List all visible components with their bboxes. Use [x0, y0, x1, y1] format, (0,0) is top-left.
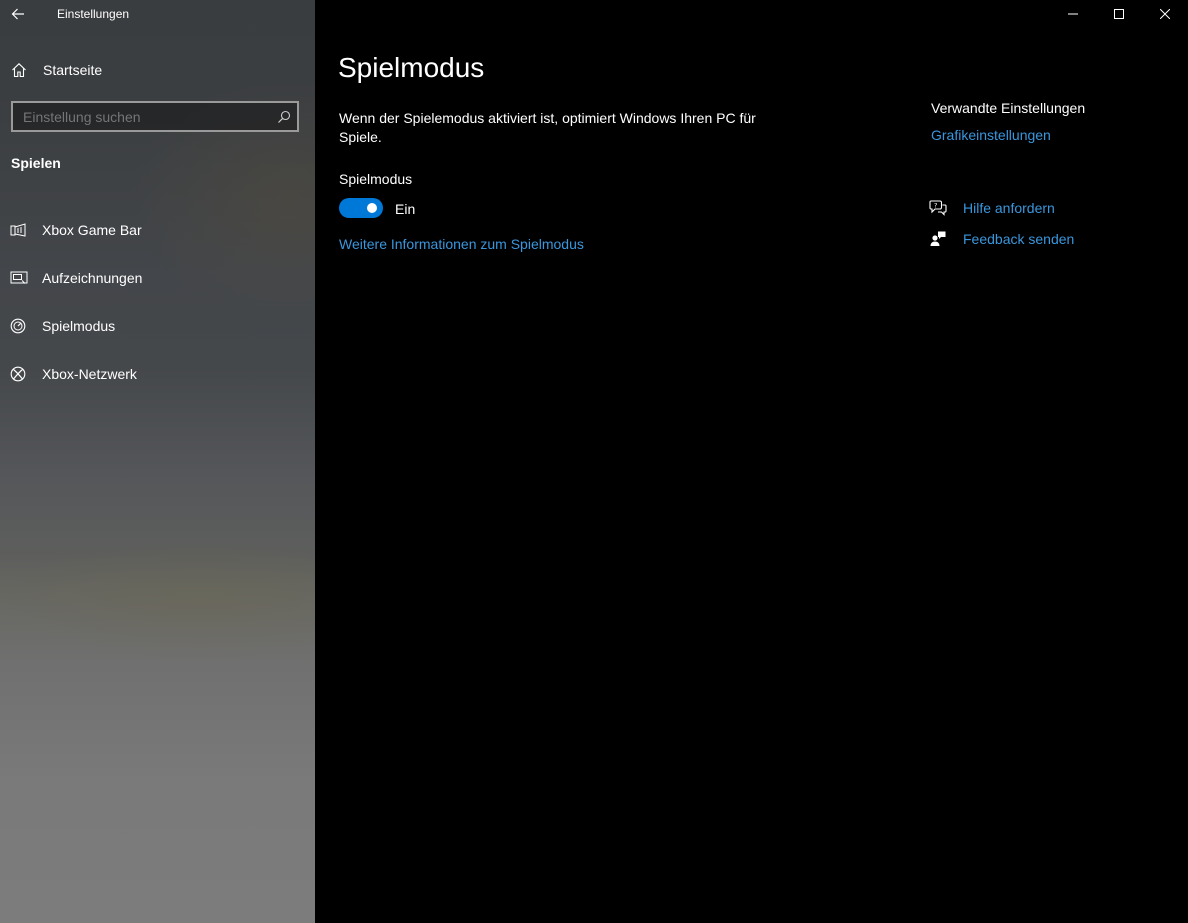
- settings-window: Einstellungen Startseite Spielen: [0, 0, 1188, 923]
- search-icon[interactable]: [271, 110, 297, 124]
- sidebar-item-label: Startseite: [43, 62, 103, 78]
- search-input[interactable]: [13, 108, 271, 125]
- close-icon: [1160, 9, 1170, 19]
- sidebar-item-captures[interactable]: Aufzeichnungen: [0, 254, 315, 302]
- xbox-icon: [10, 366, 28, 382]
- help-chat-icon: ?: [929, 199, 949, 216]
- sidebar-item-game-mode[interactable]: Spielmodus: [0, 302, 315, 350]
- sidebar-item-label: Xbox Game Bar: [42, 222, 142, 238]
- title-bar: Einstellungen: [0, 0, 315, 28]
- sidebar-item-label: Spielmodus: [42, 318, 116, 334]
- related-settings-title: Verwandte Einstellungen: [931, 100, 1086, 116]
- get-help-label: Hilfe anfordern: [963, 199, 1055, 216]
- sidebar-item-label: Aufzeichnungen: [42, 270, 143, 286]
- sidebar-item-xbox-network[interactable]: Xbox-Netzwerk: [0, 350, 315, 398]
- toggle-knob: [367, 203, 377, 213]
- main-content: Spielmodus Wenn der Spielemodus aktivier…: [315, 0, 1188, 923]
- maximize-icon: [1114, 9, 1124, 19]
- graphics-settings-link[interactable]: Grafikeinstellungen: [931, 127, 1171, 143]
- feedback-icon: [929, 230, 949, 247]
- more-info-link[interactable]: Weitere Informationen zum Spielmodus: [339, 236, 584, 252]
- help-section: ? Hilfe anfordern Feedback senden: [929, 192, 1169, 254]
- related-settings: Verwandte Einstellungen Grafikeinstellun…: [931, 100, 1171, 143]
- section-title: Spielen: [11, 155, 61, 171]
- app-title: Einstellungen: [57, 7, 130, 21]
- minimize-button[interactable]: [1050, 0, 1096, 28]
- search-box[interactable]: [11, 101, 299, 132]
- xbox-game-bar-icon: [10, 222, 28, 238]
- game-mode-icon: [10, 318, 28, 334]
- game-mode-toggle[interactable]: [339, 198, 383, 218]
- toggle-label: Spielmodus: [339, 171, 413, 187]
- back-button[interactable]: [0, 0, 36, 28]
- description-text: Wenn der Spielemodus aktiviert ist, opti…: [339, 110, 756, 145]
- window-controls: [1050, 0, 1188, 28]
- minimize-icon: [1068, 13, 1078, 15]
- svg-text:?: ?: [934, 201, 937, 209]
- sidebar-item-label: Xbox-Netzwerk: [42, 366, 137, 382]
- get-help-link[interactable]: ? Hilfe anfordern: [929, 192, 1169, 223]
- sidebar-nav: Xbox Game Bar Aufzeichnungen Spielmodus …: [0, 206, 315, 398]
- captures-icon: [10, 270, 28, 286]
- sidebar-item-xbox-game-bar[interactable]: Xbox Game Bar: [0, 206, 315, 254]
- sidebar-item-home[interactable]: Startseite: [0, 56, 315, 84]
- toggle-state-label: Ein: [395, 201, 416, 217]
- maximize-button[interactable]: [1096, 0, 1142, 28]
- sidebar: Einstellungen Startseite Spielen: [0, 0, 315, 923]
- feedback-label: Feedback senden: [963, 230, 1075, 247]
- back-arrow-icon: [11, 8, 24, 20]
- feedback-link[interactable]: Feedback senden: [929, 223, 1169, 254]
- close-button[interactable]: [1142, 0, 1188, 28]
- page-title: Spielmodus: [338, 52, 485, 83]
- home-icon: [11, 62, 29, 78]
